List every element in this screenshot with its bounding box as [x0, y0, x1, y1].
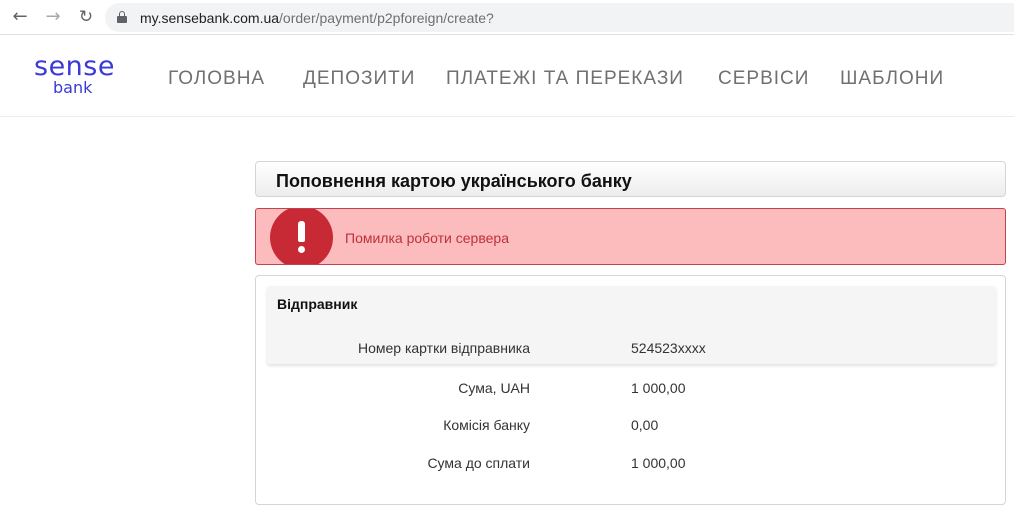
sender-card-label: Номер картки відправника	[357, 340, 530, 356]
bank-fee-value: 0,00	[631, 417, 659, 433]
back-arrow-icon[interactable]: ←	[8, 5, 32, 29]
exclamation-icon	[270, 209, 333, 264]
amount-label: Сума, UAH	[458, 380, 530, 396]
reload-icon[interactable]: ↻	[74, 5, 98, 29]
site-header: sense bank ГОЛОВНА ДЕПОЗИТИ ПЛАТЕЖІ ТА П…	[0, 36, 1014, 117]
error-message: Помилка роботи сервера	[345, 230, 509, 246]
error-alert: Помилка роботи сервера	[255, 208, 1006, 265]
nav-item-services[interactable]: СЕРВІСИ	[718, 68, 809, 90]
total-value: 1 000,00	[631, 455, 686, 471]
nav-item-payments-transfers[interactable]: ПЛАТЕЖІ ТА ПЕРЕКАЗИ	[446, 68, 684, 90]
nav-item-templates[interactable]: ШАБЛОНИ	[840, 68, 944, 90]
logo-line-bank: bank	[53, 78, 93, 97]
url-host: my.sensebank.com.ua	[140, 10, 280, 26]
address-bar[interactable]: my.sensebank.com.ua/order/payment/p2pfor…	[105, 3, 1014, 32]
nav-item-deposits[interactable]: ДЕПОЗИТИ	[303, 68, 415, 90]
url-path: /order/payment/p2pforeign/create?	[279, 10, 494, 26]
total-label: Сума до сплати	[427, 455, 530, 471]
payment-form-card: Відправник Номер картки відправника 5245…	[255, 275, 1006, 505]
page-title-panel: Поповнення картою українського банку	[255, 161, 1006, 197]
nav-item-home[interactable]: ГОЛОВНА	[168, 68, 265, 90]
browser-toolbar: ← → ↻ my.sensebank.com.ua/order/payment/…	[0, 0, 1014, 35]
sender-card-value: 524523xxxx	[631, 340, 706, 356]
amount-value: 1 000,00	[631, 380, 686, 396]
sender-section: Відправник Номер картки відправника 5245…	[267, 286, 996, 364]
logo-line-sense: sense	[34, 51, 115, 82]
lock-icon[interactable]	[117, 11, 127, 23]
sense-bank-logo[interactable]: sense bank	[34, 53, 114, 97]
bank-fee-label: Комісія банку	[443, 417, 530, 433]
url-text[interactable]: my.sensebank.com.ua/order/payment/p2pfor…	[140, 10, 494, 26]
page-title: Поповнення картою українського банку	[276, 171, 632, 191]
forward-arrow-icon[interactable]: →	[41, 5, 65, 29]
sender-heading: Відправник	[277, 296, 358, 312]
